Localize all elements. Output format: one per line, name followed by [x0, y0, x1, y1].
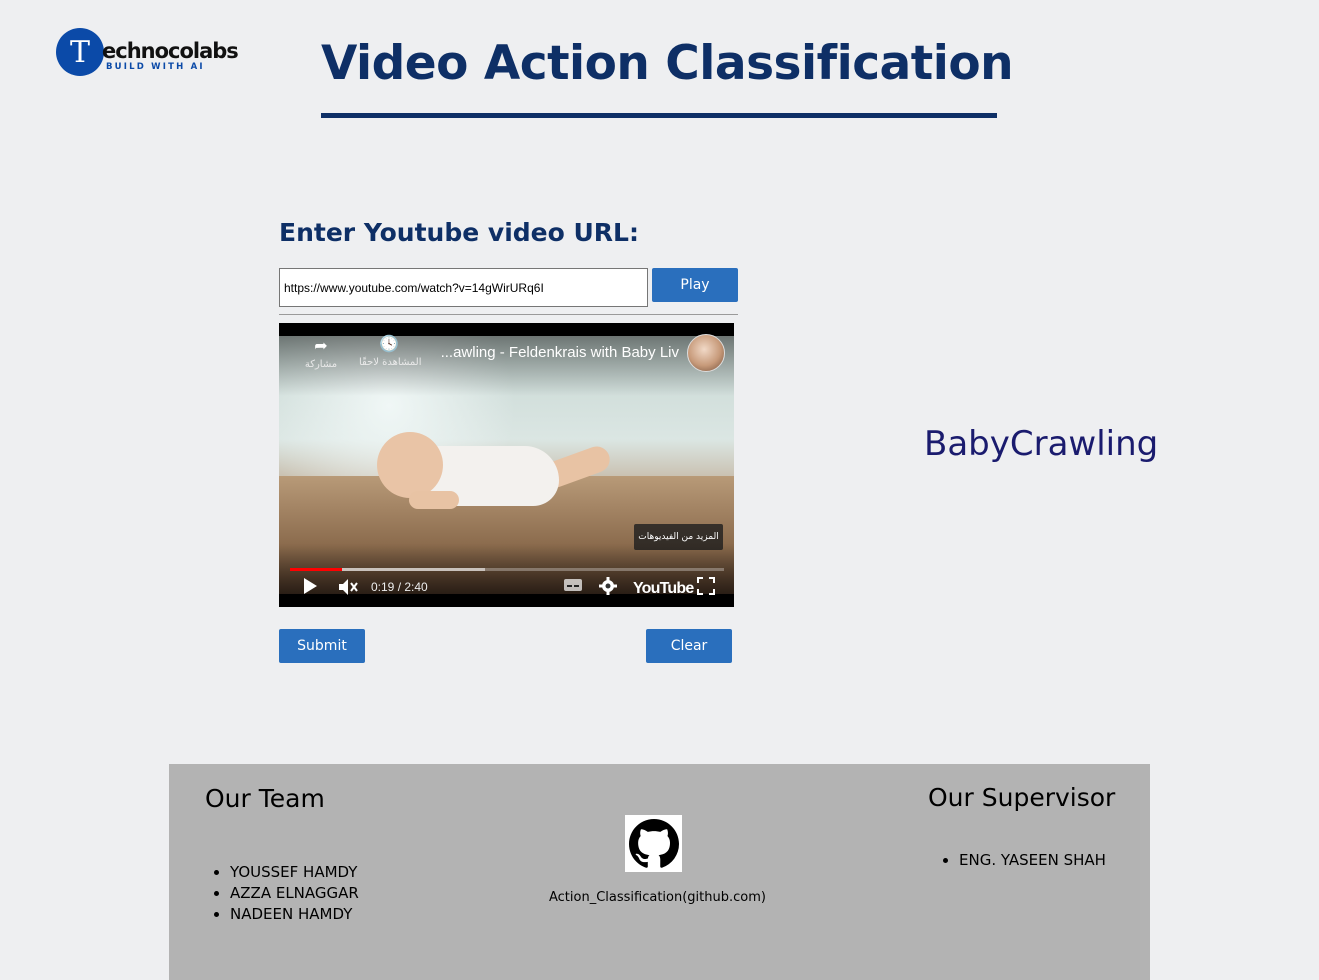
play-icon[interactable] — [302, 577, 318, 601]
watch-later-button[interactable]: 🕓 المشاهدة لاحقًا — [359, 334, 422, 369]
github-icon[interactable] — [625, 815, 682, 872]
share-icon: ➦ — [314, 336, 328, 355]
logo-letter: T — [56, 28, 104, 76]
supervisor-list: ENG. YASEEN SHAH — [934, 850, 1106, 871]
url-label: Enter Youtube video URL: — [279, 218, 639, 247]
share-button[interactable]: ➦ مشاركة — [301, 336, 341, 371]
video-time: 0:19 / 2:40 — [371, 580, 428, 594]
technocolabs-logo: T echnocolabs BUILD WITH AI — [56, 28, 239, 78]
fullscreen-icon[interactable] — [697, 577, 715, 601]
team-title: Our Team — [205, 784, 325, 813]
supervisor-title: Our Supervisor — [928, 783, 1116, 812]
clear-button[interactable]: Clear — [646, 629, 732, 663]
progress-fill — [290, 568, 343, 571]
watch-later-label: المشاهدة لاحقًا — [359, 357, 422, 368]
team-member: AZZA ELNAGGAR — [230, 883, 359, 904]
team-list: YOUSSEF HAMDY AZZA ELNAGGAR NADEEN HAMDY — [205, 862, 359, 925]
settings-icon[interactable] — [599, 577, 617, 601]
page-title: Video Action Classification — [321, 36, 1014, 91]
play-button[interactable]: Play — [652, 268, 738, 302]
divider — [279, 314, 738, 315]
channel-avatar[interactable] — [687, 334, 725, 372]
mute-icon[interactable] — [337, 577, 359, 603]
youtube-logo[interactable]: YouTube — [633, 580, 694, 598]
url-input[interactable] — [279, 268, 648, 307]
supervisor-name: ENG. YASEEN SHAH — [959, 850, 1106, 871]
video-title[interactable]: ...awling - Feldenkrais with Baby Liv — [427, 344, 679, 361]
logo-word: echnocolabs — [102, 39, 239, 63]
share-label: مشاركة — [304, 359, 338, 370]
youtube-video-player[interactable]: ➦ مشاركة 🕓 المشاهدة لاحقًا ...awling - F… — [279, 323, 734, 607]
footer: Our Team YOUSSEF HAMDY AZZA ELNAGGAR NAD… — [169, 764, 1150, 980]
submit-button[interactable]: Submit — [279, 629, 365, 663]
logo-tagline: BUILD WITH AI — [106, 62, 205, 72]
captions-icon[interactable] — [563, 577, 583, 599]
prediction-result: BabyCrawling — [924, 424, 1159, 464]
github-link[interactable]: Action_Classification(github.com) — [549, 890, 766, 905]
clock-icon: 🕓 — [379, 334, 399, 353]
progress-bar[interactable] — [290, 568, 724, 571]
title-underline — [321, 113, 997, 118]
team-member: YOUSSEF HAMDY — [230, 862, 359, 883]
team-member: NADEEN HAMDY — [230, 904, 359, 925]
